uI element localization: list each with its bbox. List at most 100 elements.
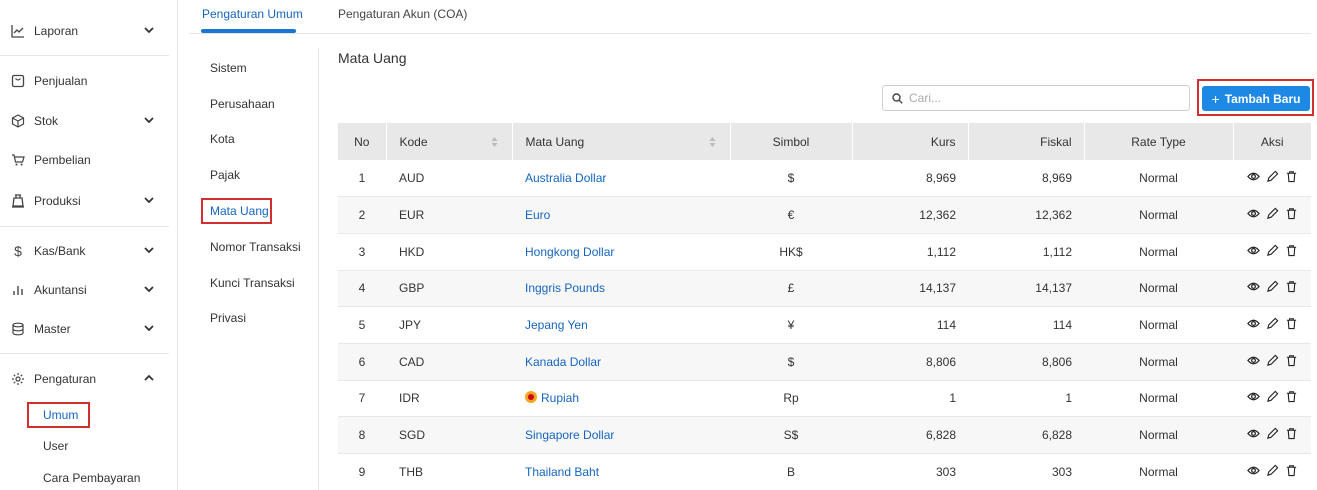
nav-item-pengaturan[interactable]: Pengaturan [0,360,169,398]
cell-mata-uang: Kanada Dollar [512,343,730,381]
cell-simbol: HK$ [730,233,852,271]
cell-fiskal: 6,828 [968,416,1084,454]
currency-link[interactable]: Inggris Pounds [525,281,605,295]
cell-mata-uang: Rupiah [512,380,730,418]
cell-no: 8 [338,416,386,454]
cell-fiskal: 1,112 [968,233,1084,271]
edit-icon[interactable] [1266,244,1279,257]
chevron-down-icon [144,286,154,293]
search-input[interactable] [909,91,1169,105]
view-icon[interactable] [1246,464,1260,477]
cell-kurs: 1 [852,380,968,418]
table-row: 5 JPY Jepang Yen ¥114 114 Normal [338,306,1311,344]
factory-icon [10,193,26,209]
nav-item-master[interactable]: Master [0,310,169,348]
currency-link[interactable]: Hongkong Dollar [525,245,614,259]
delete-icon[interactable] [1285,464,1298,477]
currency-link[interactable]: Euro [525,208,550,222]
chevron-down-icon [144,27,154,34]
cell-mata-uang: Singapore Dollar [512,416,730,454]
delete-icon[interactable] [1285,244,1298,257]
edit-icon[interactable] [1266,280,1279,293]
edit-icon[interactable] [1266,427,1279,440]
cell-simbol: B [730,453,852,490]
delete-icon[interactable] [1285,427,1298,440]
edit-icon[interactable] [1266,207,1279,220]
plus-icon: + [1211,90,1220,107]
sort-icon [709,137,715,147]
edit-icon[interactable] [1266,354,1279,367]
tab-pengaturan-akun[interactable]: Pengaturan Akun (COA) [338,7,467,21]
edit-icon[interactable] [1266,170,1279,183]
nav-item-stok[interactable]: Stok [0,102,169,140]
col-header-simbol: Simbol [730,123,853,160]
currency-link[interactable]: Singapore Dollar [525,428,614,442]
nav-item-laporan[interactable]: Laporan [0,12,169,50]
currency-link[interactable]: Jepang Yen [525,318,588,332]
line-chart-icon [10,23,26,39]
divider [0,55,169,56]
view-icon[interactable] [1246,317,1260,330]
table-row: 9 THB Thailand Baht B 303 303 Normal [338,453,1311,490]
nav-item-penjualan[interactable]: Penjualan [0,62,169,100]
subnav-item-cara-pembayaran[interactable]: Cara Pembayaran [43,471,140,485]
cell-rate-type: Normal [1084,233,1233,271]
search-icon [892,92,903,104]
settings-item-mata-uang[interactable]: Mata Uang [210,204,269,218]
view-icon[interactable] [1246,390,1260,403]
divider [0,353,169,354]
edit-icon[interactable] [1266,317,1279,330]
settings-item-kunci-transaksi[interactable]: Kunci Transaksi [210,276,295,290]
col-header-label: Kode [399,134,428,149]
chevron-up-icon [144,374,154,381]
currency-link[interactable]: Rupiah [541,391,579,405]
view-icon[interactable] [1246,280,1260,293]
subnav-item-umum[interactable]: Umum [43,408,78,422]
currency-link[interactable]: Australia Dollar [525,171,606,185]
table-row: 6 CAD Kanada Dollar $8,806 8,806 Normal [338,343,1311,381]
cell-kurs: 6,828 [852,416,968,454]
cell-rate-type: Normal [1084,306,1233,344]
settings-item-perusahaan[interactable]: Perusahaan [210,97,275,111]
cell-no: 7 [338,380,386,418]
view-icon[interactable] [1246,170,1260,183]
view-icon[interactable] [1246,244,1260,257]
cell-mata-uang: Inggris Pounds [512,270,730,308]
delete-icon[interactable] [1285,207,1298,220]
settings-item-pajak[interactable]: Pajak [210,168,240,182]
cell-rate-type: Normal [1084,196,1233,234]
col-header-kode[interactable]: Kode [386,123,513,160]
nav-item-produksi[interactable]: Produksi [0,182,169,220]
add-new-button[interactable]: + Tambah Baru [1202,86,1310,111]
cell-aksi [1233,160,1311,198]
subnav-item-user[interactable]: User [43,439,68,453]
currency-link[interactable]: Thailand Baht [525,465,599,479]
settings-item-nomor-transaksi[interactable]: Nomor Transaksi [210,240,301,254]
cell-aksi [1233,306,1311,344]
nav-item-pembelian[interactable]: Pembelian [0,141,169,179]
delete-icon[interactable] [1285,170,1298,183]
col-header-mata-uang[interactable]: Mata Uang [512,123,731,160]
settings-item-kota[interactable]: Kota [210,132,235,146]
cell-no: 5 [338,306,386,344]
edit-icon[interactable] [1266,464,1279,477]
view-icon[interactable] [1246,427,1260,440]
settings-item-privasi[interactable]: Privasi [210,311,246,325]
cell-aksi [1233,270,1311,308]
delete-icon[interactable] [1285,317,1298,330]
delete-icon[interactable] [1285,354,1298,367]
nav-item-kas-bank[interactable]: $ Kas/Bank [0,232,169,270]
view-icon[interactable] [1246,354,1260,367]
settings-item-sistem[interactable]: Sistem [210,61,247,75]
edit-icon[interactable] [1266,390,1279,403]
delete-icon[interactable] [1285,390,1298,403]
nav-label: Stok [34,114,59,128]
tab-pengaturan-umum[interactable]: Pengaturan Umum [202,7,303,21]
currency-link[interactable]: Kanada Dollar [525,355,601,369]
col-header-label: Mata Uang [525,134,585,149]
view-icon[interactable] [1246,207,1260,220]
cell-kurs: 303 [852,453,968,490]
delete-icon[interactable] [1285,280,1298,293]
table-row: 2 EUR Euro €12,362 12,362 Normal [338,196,1311,234]
nav-item-akuntansi[interactable]: Akuntansi [0,271,169,309]
